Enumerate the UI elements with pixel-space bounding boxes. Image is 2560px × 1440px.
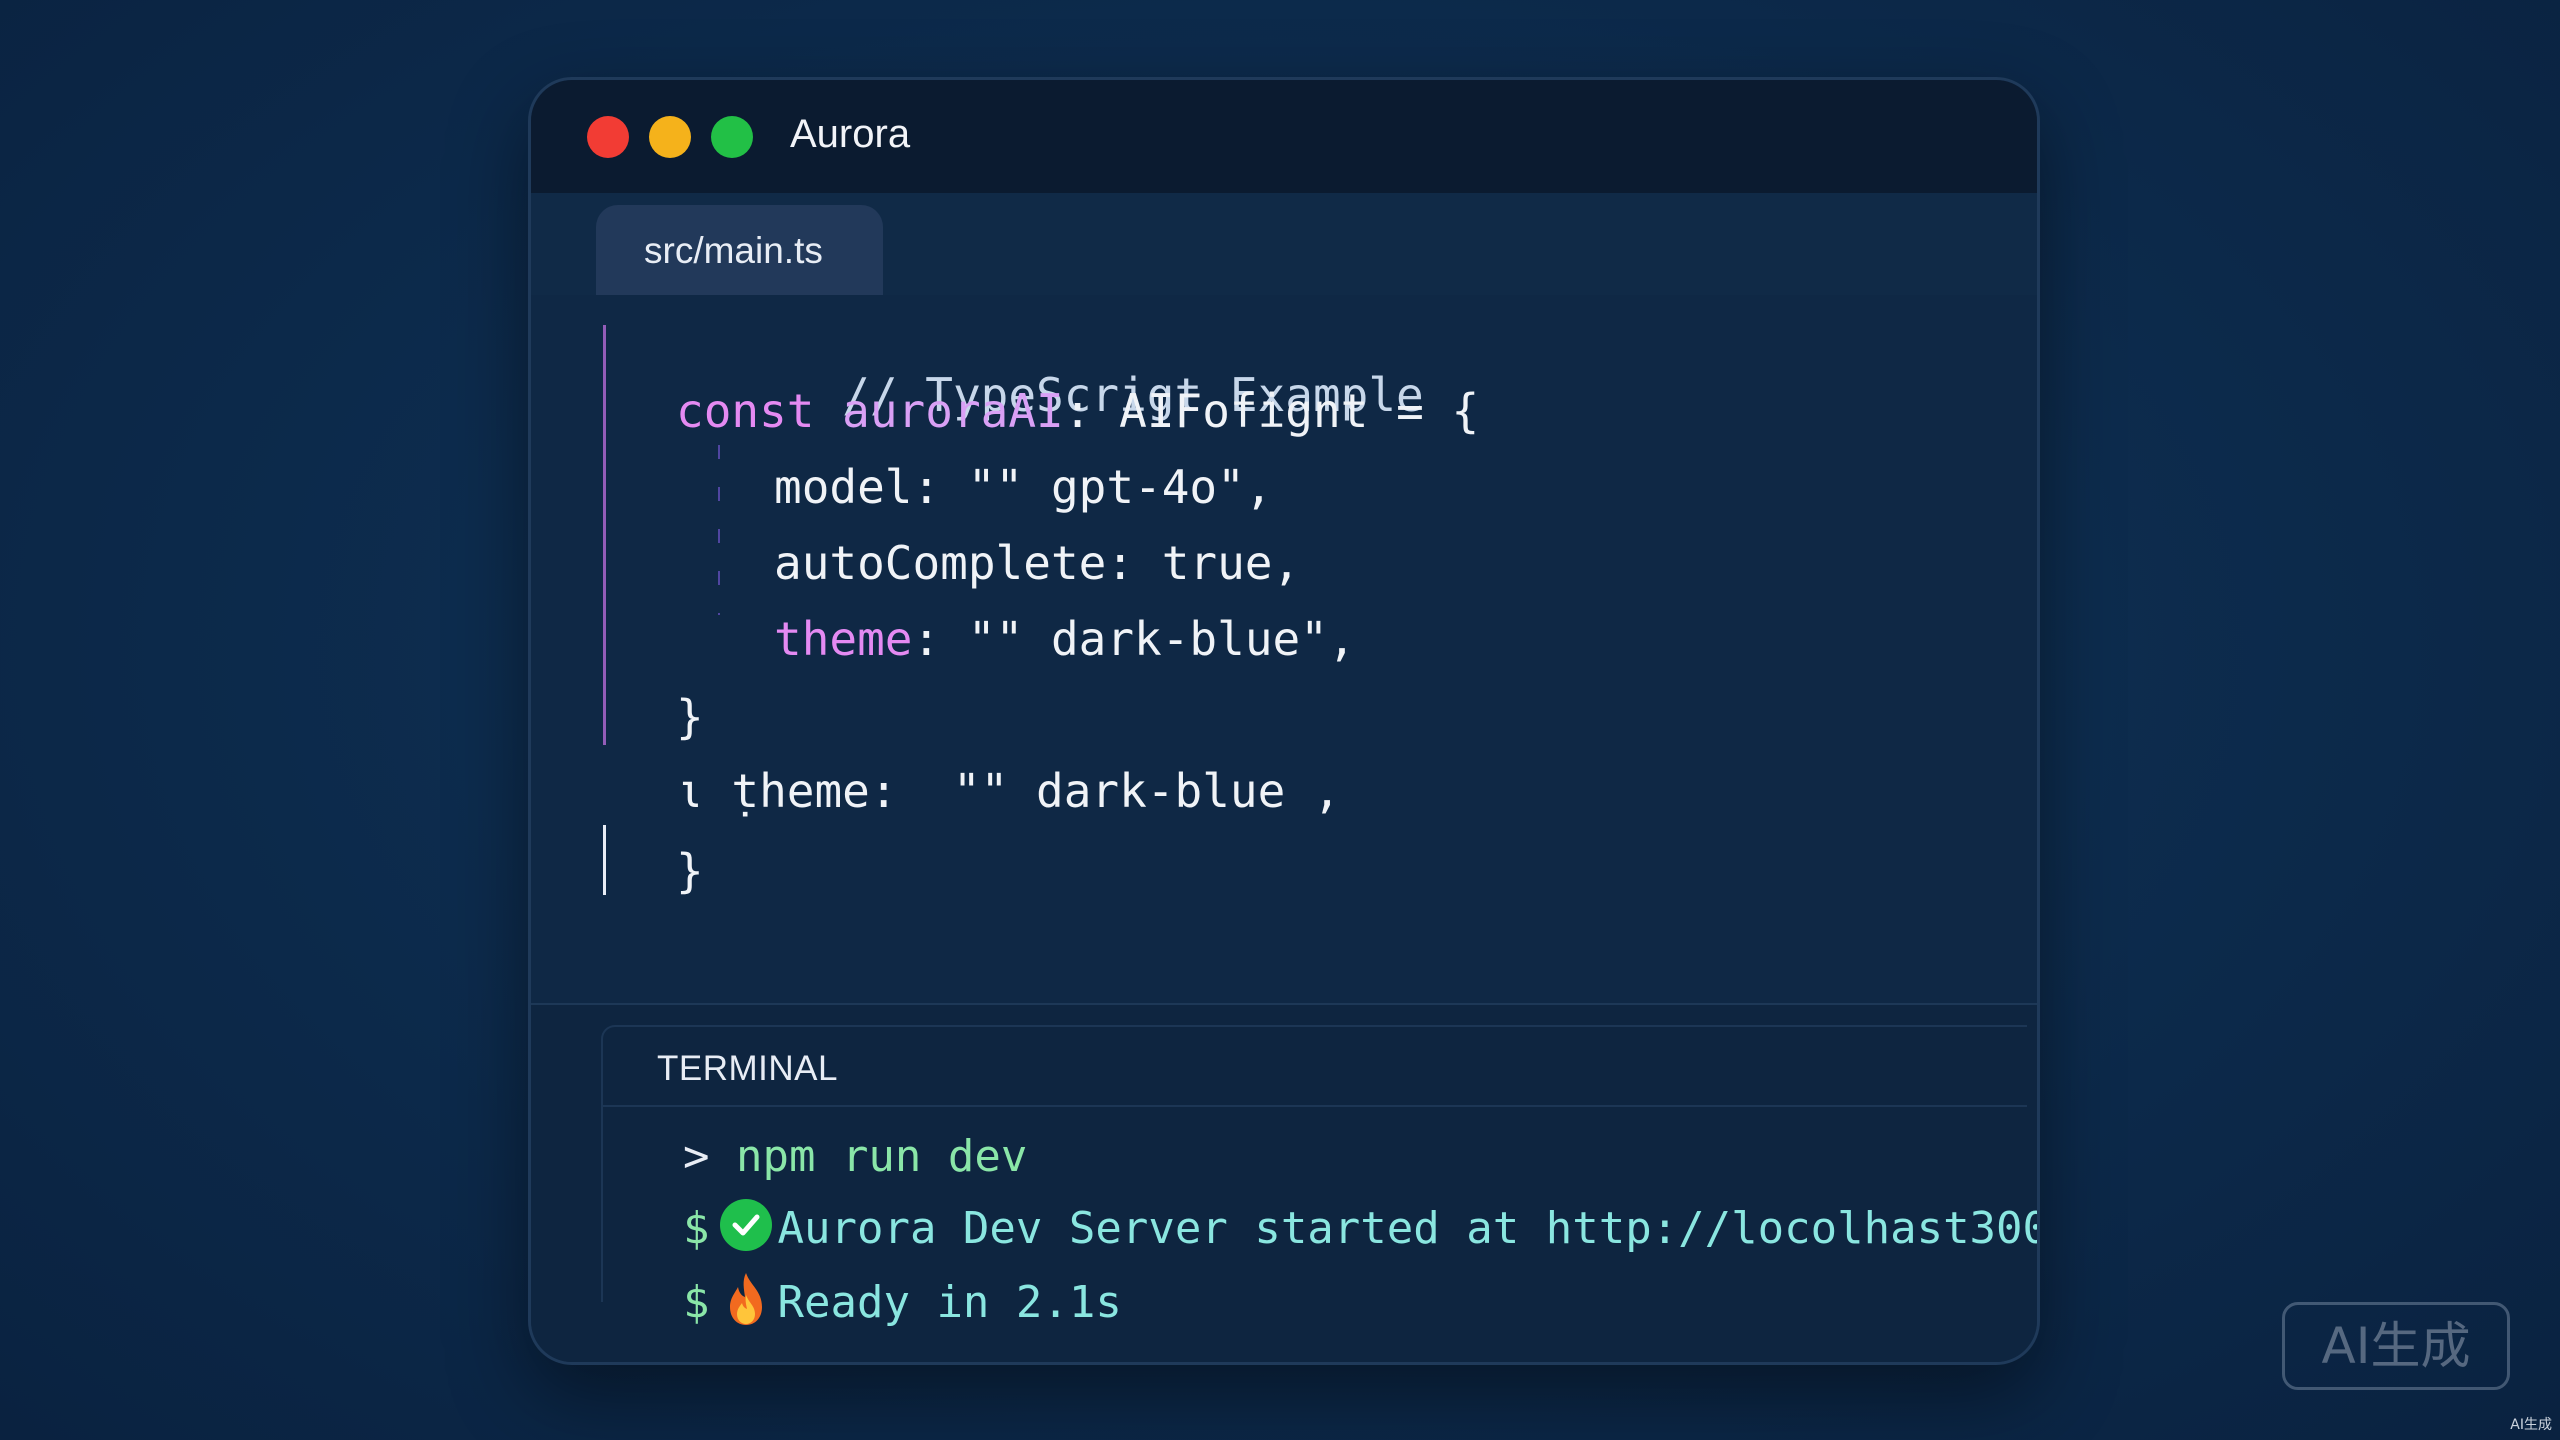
check-circle-icon: [719, 1199, 772, 1251]
code-line-autocomplete: autoComplete: true,: [774, 536, 1301, 590]
window-title: Aurora: [790, 112, 911, 156]
title-bar: Aurora: [531, 80, 2037, 195]
terminal-title: TERMINAL: [657, 1049, 838, 1088]
code-line-close-brace: }: [676, 690, 704, 744]
tab-label: src/main.ts: [644, 230, 823, 271]
close-button[interactable]: [587, 116, 629, 158]
code-line-theme: theme: "" dark-blue",: [774, 612, 1356, 666]
cursor-indicator: [603, 825, 606, 895]
ai-generated-badge: AI生成: [2282, 1302, 2510, 1390]
terminal-panel[interactable]: TERMINAL > npm run dev $ Aurora Dev Serve…: [531, 1003, 2037, 1362]
terminal-divider: [603, 1105, 2027, 1107]
ai-generated-corner-mark: AI生成: [2510, 1417, 2552, 1433]
minimize-button[interactable]: [649, 116, 691, 158]
maximize-button[interactable]: [711, 116, 753, 158]
tab-main-ts[interactable]: src/main.ts: [596, 205, 883, 295]
code-line-model: model: "" gpt-4o",: [774, 460, 1273, 514]
editor-window: Aurora src/main.ts // TypeScrigt Example…: [528, 77, 2040, 1365]
code-line-ghost-theme: ι ṭheme: "" dark-blue ,: [676, 764, 1341, 818]
terminal-line-command: > npm run dev: [683, 1131, 1028, 1182]
code-editor[interactable]: // TypeScrigt Example const auroraAI: AI…: [531, 295, 2037, 1003]
terminal-line-ready: $ Ready in 2.1s: [683, 1271, 1122, 1333]
code-line-declaration: const auroraAI: AIFofignt = {: [676, 384, 1480, 438]
tab-bar: src/main.ts: [531, 193, 2037, 297]
fire-icon: [720, 1271, 772, 1327]
gutter-indicator: [603, 325, 606, 745]
code-line-final-brace: }: [676, 844, 704, 898]
terminal-line-started: $ Aurora Dev Server started at http://loc…: [683, 1199, 2037, 1259]
